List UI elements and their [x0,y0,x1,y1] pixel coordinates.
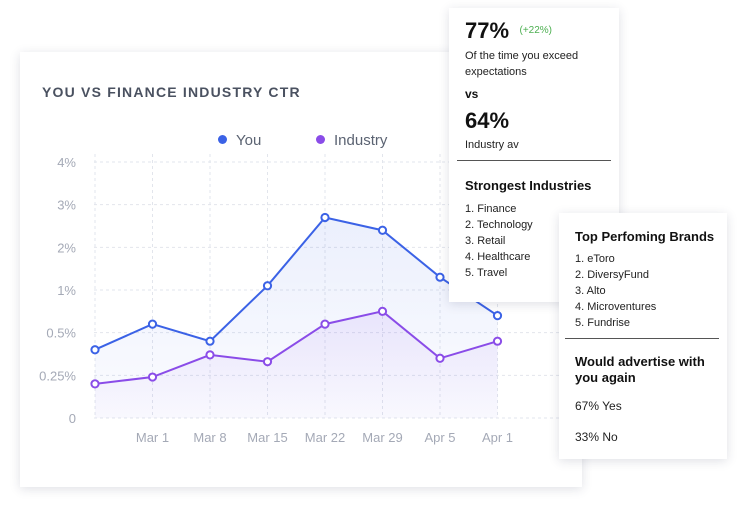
y-tick-label: 0 [69,411,76,426]
list-item: 1. eToro [575,253,615,265]
list-item: 3. Alto [575,285,606,297]
brands-panel: Top Perfoming Brands 1. eToro 2. Diversy… [559,213,727,459]
data-point-industry [262,357,273,367]
industry-stat-desc: Industry av [465,139,519,151]
x-tick-label: Mar 22 [305,430,345,445]
vs-label: vs [465,87,479,101]
legend-industry-dot [316,135,325,144]
list-item: 2. Technology [465,219,533,231]
data-point-you [377,225,388,235]
data-point-industry [205,350,215,360]
data-point-you [90,345,100,355]
x-tick-label: Mar 15 [247,430,287,445]
list-item: 3. Retail [465,235,506,247]
legend-industry: Industry [316,132,387,149]
data-point-you [320,212,330,223]
data-point-you [435,272,445,282]
list-item: 2. DiversyFund [575,269,649,281]
y-tick-label: 0.5% [46,326,76,341]
advertise-no: 33% No [575,430,618,444]
data-point-you [205,336,215,346]
chart-title: YOU VS FINANCE INDUSTRY CTR [42,84,301,100]
strongest-list: 1. Finance 2. Technology 3. Retail 4. He… [465,201,533,281]
legend-you-dot [218,135,227,144]
x-tick-label: Apr 5 [424,430,455,445]
x-tick-label: Mar 1 [136,430,169,445]
data-point-you [262,281,273,291]
data-point-industry [435,353,445,363]
brands-title: Top Perfoming Brands [575,229,715,244]
y-tick-label: 4% [57,155,76,170]
you-stat-change: (+22%) [519,25,553,36]
list-item: 5. Travel [465,267,508,279]
list-item: 4. Microventures [575,301,657,313]
y-tick-label: 3% [57,198,76,213]
you-stat: 77% (+22%) [465,18,552,44]
legend-industry-label: Industry [334,132,388,149]
advertise-yes: 67% Yes [575,399,622,413]
data-point-industry [320,319,330,329]
advertise-title: Would advertise with you again [575,354,705,385]
you-stat-value: 77% [465,18,510,43]
y-tick-label: 0.25% [39,368,76,383]
data-point-you [492,311,503,321]
data-point-industry [377,306,388,316]
divider [565,338,719,339]
legend-you-label: You [236,132,262,149]
data-point-you [147,319,158,329]
industry-stat-value: 64% [465,108,510,133]
data-point-industry [147,372,158,382]
you-stat-desc: Of the time you exceed expectations [465,50,579,78]
data-point-industry [90,379,100,389]
strongest-title: Strongest Industries [465,178,592,193]
list-item: 1. Finance [465,203,517,215]
x-tick-label: Apr 1 [482,430,513,445]
y-tick-label: 2% [57,240,76,255]
x-tick-label: Mar 8 [193,430,226,445]
list-item: 4. Healthcare [465,251,531,263]
x-tick-label: Mar 29 [362,430,402,445]
brands-list: 1. eToro 2. DiversyFund 3. Alto 4. Micro… [575,251,656,331]
divider [457,160,611,161]
list-item: 5. Fundrise [575,317,631,329]
legend-you: You [218,132,261,149]
data-point-industry [492,336,503,346]
y-tick-label: 1% [57,283,76,298]
